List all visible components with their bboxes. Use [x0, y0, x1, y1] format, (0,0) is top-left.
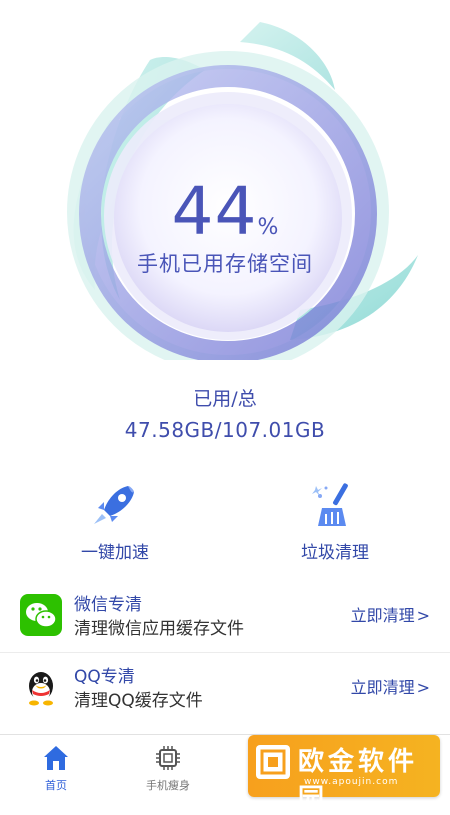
wechat-icon: [20, 594, 62, 636]
rocket-icon: [88, 478, 142, 532]
boost-button[interactable]: 一键加速: [45, 478, 185, 563]
qq-clean-title: QQ专清: [74, 667, 135, 687]
clean-now-label: 立即清理: [350, 678, 415, 697]
storage-caption: 手机已用存储空间: [137, 252, 313, 276]
wechat-clean-now-link[interactable]: 立即清理 >: [351, 602, 430, 626]
watermark-logo-icon: [256, 745, 290, 779]
tab-slimming[interactable]: 手机瘦身: [128, 743, 208, 793]
junk-clean-label: 垃圾清理: [301, 543, 369, 563]
wechat-clean-title: 微信专清: [74, 595, 142, 615]
boost-label: 一键加速: [81, 543, 149, 563]
row-divider: [0, 652, 450, 653]
tab-slimming-label: 手机瘦身: [146, 779, 190, 792]
qq-clean-now-link[interactable]: 立即清理 >: [351, 674, 430, 698]
chip-icon: [153, 743, 183, 773]
storage-percent-unit: %: [257, 215, 279, 240]
clean-now-label: 立即清理: [350, 606, 415, 625]
chevron-right-icon: >: [416, 678, 430, 697]
storage-percent-value: 44: [171, 173, 258, 250]
site-watermark: 欧金软件园 www.apoujin.com: [248, 735, 440, 814]
wechat-clean-desc: 清理微信应用缓存文件: [74, 619, 244, 639]
junk-clean-button[interactable]: 垃圾清理: [265, 478, 405, 563]
home-icon: [41, 743, 71, 773]
watermark-url: www.apoujin.com: [304, 777, 399, 787]
chevron-right-icon: >: [416, 606, 430, 625]
used-total-value: 47.58GB/107.01GB: [124, 418, 326, 442]
tab-home-label: 首页: [45, 779, 67, 792]
qq-icon: [20, 666, 62, 708]
qq-clean-desc: 清理QQ缓存文件: [74, 691, 203, 711]
wechat-clean-row[interactable]: 微信专清 清理微信应用缓存文件 立即清理 >: [0, 582, 450, 646]
qq-clean-row[interactable]: QQ专清 清理QQ缓存文件 立即清理 >: [0, 654, 450, 718]
tab-home[interactable]: 首页: [16, 743, 96, 793]
broom-icon: [308, 478, 362, 532]
used-total-label: 已用/总: [193, 388, 257, 410]
